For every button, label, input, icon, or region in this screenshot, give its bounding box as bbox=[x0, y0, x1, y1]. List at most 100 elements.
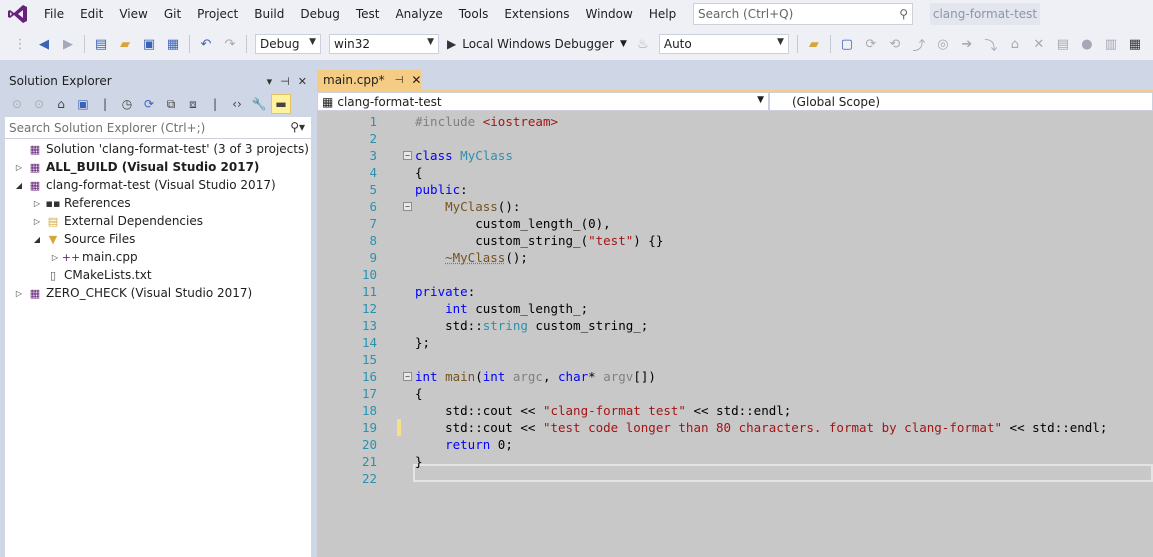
show-next-icon[interactable]: ➔ bbox=[957, 34, 977, 54]
menu-window[interactable]: Window bbox=[578, 0, 641, 28]
sync-icon[interactable]: ⟳ bbox=[139, 94, 159, 114]
start-debugging-button[interactable]: ▶ Local Windows Debugger ▼ bbox=[447, 37, 627, 51]
code-line[interactable]: 1 #include <iostream> bbox=[317, 113, 1153, 130]
collapsed-arrow-icon[interactable]: ▷ bbox=[13, 289, 25, 298]
save-all-icon[interactable]: ▦ bbox=[163, 34, 183, 54]
home-icon[interactable]: ⌂ bbox=[51, 94, 71, 114]
clear-bookmarks-icon[interactable]: ✕ bbox=[1029, 34, 1049, 54]
pending-changes-filter-icon[interactable]: ◷ bbox=[117, 94, 137, 114]
menu-view[interactable]: View bbox=[111, 0, 155, 28]
collapse-all-icon[interactable]: ⧉ bbox=[161, 94, 181, 114]
screenshot-icon[interactable]: ▢ bbox=[837, 34, 857, 54]
menu-git[interactable]: Git bbox=[156, 0, 189, 28]
search-input[interactable]: Search (Ctrl+Q) ⚲ bbox=[693, 3, 913, 25]
visual-studio-logo-icon[interactable] bbox=[0, 0, 36, 28]
collapsed-arrow-icon[interactable]: ▷ bbox=[31, 217, 43, 226]
code-line[interactable]: 19 std::cout << "test code longer than 8… bbox=[317, 419, 1153, 436]
pin-icon[interactable]: ⊣ bbox=[280, 75, 290, 88]
tab-main-cpp[interactable]: main.cpp* ⊣ ✕ bbox=[317, 70, 421, 90]
forward-icon[interactable]: ▶ bbox=[58, 34, 78, 54]
menu-build[interactable]: Build bbox=[246, 0, 292, 28]
toolbar-grip-icon[interactable]: ⋮ bbox=[10, 34, 30, 54]
pin-icon[interactable]: ⊣ bbox=[395, 75, 404, 86]
back-icon[interactable]: ◀ bbox=[34, 34, 54, 54]
collapsed-arrow-icon[interactable]: ▷ bbox=[13, 163, 25, 172]
code-line[interactable]: 15 bbox=[317, 351, 1153, 368]
code-line[interactable]: 2 bbox=[317, 130, 1153, 147]
open-folder-icon[interactable]: ▰ bbox=[115, 34, 135, 54]
save-icon[interactable]: ▣ bbox=[139, 34, 159, 54]
menu-project[interactable]: Project bbox=[189, 0, 246, 28]
configuration-dropdown[interactable]: Debug ▼ bbox=[255, 34, 321, 54]
collapse-region-icon[interactable]: − bbox=[403, 151, 412, 160]
solution-explorer-search-input[interactable]: Search Solution Explorer (Ctrl+;) ⚲▾ bbox=[5, 117, 311, 139]
close-icon[interactable]: ✕ bbox=[298, 75, 307, 88]
code-line[interactable]: 12 int custom_length_; bbox=[317, 300, 1153, 317]
code-line[interactable]: 6 − MyClass(): bbox=[317, 198, 1153, 215]
new-project-icon[interactable]: ▤ bbox=[91, 34, 111, 54]
menu-analyze[interactable]: Analyze bbox=[387, 0, 450, 28]
properties-icon[interactable]: 🔧 bbox=[249, 94, 269, 114]
run-to-cursor-icon[interactable]: ⤵ bbox=[981, 34, 1001, 54]
code-line[interactable]: 17 { bbox=[317, 385, 1153, 402]
undo-icon[interactable]: ↶ bbox=[196, 34, 216, 54]
menu-edit[interactable]: Edit bbox=[72, 0, 111, 28]
collapse-region-icon[interactable]: − bbox=[403, 202, 412, 211]
tree-item[interactable]: ▷ ▦ ZERO_CHECK (Visual Studio 2017) bbox=[5, 284, 311, 302]
close-icon[interactable]: ✕ bbox=[411, 73, 421, 87]
code-line[interactable]: 21} bbox=[317, 453, 1153, 470]
hot-reload-icon[interactable]: ♨ bbox=[633, 34, 653, 54]
menu-file[interactable]: File bbox=[36, 0, 72, 28]
code-line[interactable]: 20 return 0; bbox=[317, 436, 1153, 453]
platform-dropdown[interactable]: win32 ▼ bbox=[329, 34, 439, 54]
code-line[interactable]: 7 custom_length_(0), bbox=[317, 215, 1153, 232]
collapsed-arrow-icon[interactable]: ▷ bbox=[49, 253, 61, 262]
code-line[interactable]: 11 private: bbox=[317, 283, 1153, 300]
code-line[interactable]: 5 public: bbox=[317, 181, 1153, 198]
tree-item[interactable]: ▷ ++ main.cpp bbox=[5, 248, 311, 266]
toggle-bookmark-icon[interactable]: ⌂ bbox=[1005, 34, 1025, 54]
uncomment-icon[interactable]: ● bbox=[1077, 34, 1097, 54]
code-line[interactable]: 13 std::string custom_string_; bbox=[317, 317, 1153, 334]
toolbar-overflow-icon[interactable]: ▦ bbox=[1125, 34, 1145, 54]
forward-icon[interactable]: ⊙ bbox=[29, 94, 49, 114]
window-position-icon[interactable]: ▾ bbox=[267, 75, 273, 88]
tree-item[interactable]: ▷ ▤ External Dependencies bbox=[5, 212, 311, 230]
show-all-files-icon[interactable]: ⧈ bbox=[183, 94, 203, 114]
code-line[interactable]: 10 bbox=[317, 266, 1153, 283]
menu-extensions[interactable]: Extensions bbox=[496, 0, 577, 28]
preview-selected-icon[interactable]: ▬ bbox=[271, 94, 291, 114]
step-out-icon[interactable]: ⤴ bbox=[909, 34, 929, 54]
global-scope-dropdown[interactable]: (Global Scope) bbox=[769, 92, 1153, 111]
code-line[interactable]: 8 custom_string_("test") {} bbox=[317, 232, 1153, 249]
collapse-region-icon[interactable]: − bbox=[403, 372, 412, 381]
tree-item[interactable]: ▯ CMakeLists.txt bbox=[5, 266, 311, 284]
menu-debug[interactable]: Debug bbox=[292, 0, 347, 28]
code-line[interactable]: 16 − int main(int argc, char* argv[]) bbox=[317, 368, 1153, 385]
code-line[interactable]: 18 std::cout << "clang-format test" << s… bbox=[317, 402, 1153, 419]
code-line[interactable]: 14}; bbox=[317, 334, 1153, 351]
breakpoint-icon[interactable]: ◎ bbox=[933, 34, 953, 54]
tree-item[interactable]: ◢ ▼ Source Files bbox=[5, 230, 311, 248]
code-editor[interactable]: 1 #include <iostream> 2 3− class MyClass 4{5 p… bbox=[317, 111, 1153, 557]
project-scope-dropdown[interactable]: ▦ clang-format-test ▼ bbox=[317, 92, 769, 111]
solution-configuration-dropdown[interactable]: Auto ▼ bbox=[658, 34, 789, 54]
expanded-arrow-icon[interactable]: ◢ bbox=[31, 235, 43, 244]
switch-views-icon[interactable]: ▣ bbox=[73, 94, 93, 114]
menu-tools[interactable]: Tools bbox=[451, 0, 497, 28]
code-line[interactable]: 3 − class MyClass bbox=[317, 147, 1153, 164]
code-line[interactable]: 22 bbox=[317, 470, 1153, 487]
menu-help[interactable]: Help bbox=[641, 0, 684, 28]
tree-item[interactable]: ▦ Solution 'clang-format-test' (3 of 3 pr… bbox=[5, 140, 311, 158]
step-over-icon[interactable]: ⟲ bbox=[885, 34, 905, 54]
code-line[interactable]: 9 ~MyClass(); bbox=[317, 249, 1153, 266]
back-icon[interactable]: ⊙ bbox=[7, 94, 27, 114]
find-in-files-icon[interactable]: ▰ bbox=[804, 34, 824, 54]
tree-item[interactable]: ▷ ▪▪ References bbox=[5, 194, 311, 212]
view-code-icon[interactable]: ‹› bbox=[227, 94, 247, 114]
comment-icon[interactable]: ▤ bbox=[1053, 34, 1073, 54]
expanded-arrow-icon[interactable]: ◢ bbox=[13, 181, 25, 190]
code-line[interactable]: 4{ bbox=[317, 164, 1153, 181]
format-icon[interactable]: ▥ bbox=[1101, 34, 1121, 54]
tree-item[interactable]: ◢ ▦ clang-format-test (Visual Studio 2017) bbox=[5, 176, 311, 194]
